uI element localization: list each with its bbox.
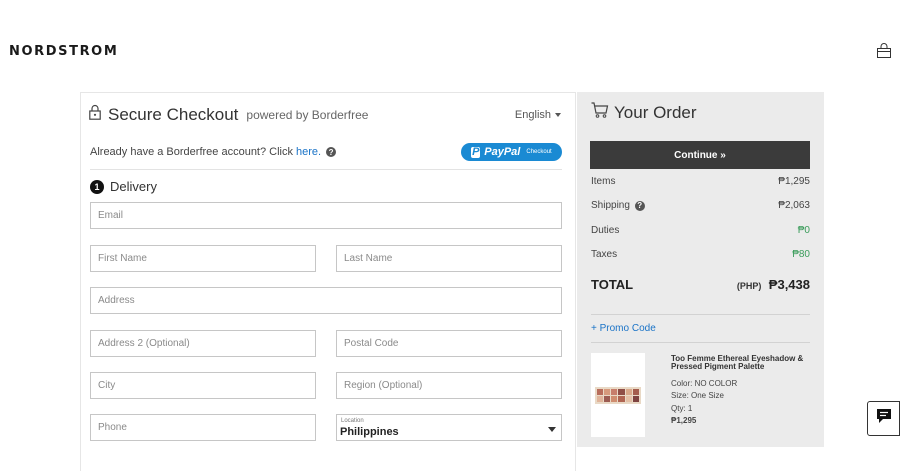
paypal-checkout-button[interactable]: P PayPal Checkout — [461, 143, 562, 161]
step-number-badge: 1 — [90, 179, 104, 194]
language-selector[interactable]: English — [515, 109, 561, 121]
lock-icon — [89, 104, 101, 125]
eyeshadow-palette-image — [595, 386, 641, 404]
summary-value: ₱80 — [792, 249, 810, 260]
location-value: Philippines — [340, 426, 399, 438]
shopping-bag-icon[interactable] — [876, 43, 892, 59]
paypal-checkout-label: Checkout — [526, 149, 552, 155]
help-icon[interactable]: ? — [326, 147, 337, 157]
chat-button[interactable] — [867, 401, 900, 436]
order-total: TOTAL (PHP) ₱3,438 — [591, 276, 810, 294]
delivery-section-title: 1 Delivery — [90, 179, 157, 194]
summary-row-duties: Duties ₱0 — [591, 225, 810, 236]
city-input[interactable] — [91, 373, 315, 398]
last-name-field[interactable] — [336, 245, 562, 272]
brand-logo[interactable]: NORDSTROM — [9, 44, 118, 59]
divider — [90, 169, 562, 170]
summary-value: ₱2,063 — [778, 200, 810, 211]
account-prompt: Already have a Borderfree account? Click… — [90, 146, 337, 158]
divider — [591, 314, 810, 315]
summary-value: ₱1,295 — [778, 176, 810, 187]
summary-label: Taxes — [591, 249, 618, 260]
total-value: ₱3,438 — [768, 277, 810, 292]
region-field[interactable] — [336, 372, 562, 399]
chevron-down-icon — [555, 113, 561, 117]
language-label: English — [514, 109, 551, 121]
product-size: Size: One Size — [671, 391, 724, 400]
cart-icon — [591, 102, 609, 123]
address2-input[interactable] — [91, 331, 315, 356]
product-image — [591, 353, 645, 437]
help-icon[interactable]: ? — [634, 200, 645, 211]
account-login-link[interactable]: here. — [296, 146, 321, 158]
total-currency: (PHP) — [736, 281, 762, 291]
summary-value: ₱0 — [797, 225, 810, 236]
email-input[interactable] — [91, 203, 561, 228]
chat-icon — [876, 408, 892, 429]
email-field[interactable] — [90, 202, 562, 229]
postal-code-field[interactable] — [336, 330, 562, 357]
page-title: Secure Checkout — [108, 104, 239, 124]
paypal-icon: P — [471, 146, 481, 158]
product-qty: Qty: 1 — [671, 404, 693, 413]
divider — [591, 342, 810, 343]
continue-button[interactable]: Continue » — [590, 141, 810, 169]
city-field[interactable] — [90, 372, 316, 399]
last-name-input[interactable] — [337, 246, 561, 271]
order-title: Your Order — [614, 102, 697, 122]
chevron-down-icon — [548, 427, 556, 432]
summary-label: Shipping — [591, 200, 630, 211]
address-input[interactable] — [91, 288, 561, 313]
location-select[interactable]: Location Philippines — [336, 414, 562, 441]
total-amount: (PHP) ₱3,438 — [737, 276, 810, 294]
paypal-label: PayPal — [484, 146, 521, 158]
checkout-panel: Secure Checkout powered by Borderfree En… — [80, 92, 576, 471]
phone-field[interactable] — [90, 414, 316, 441]
total-label: TOTAL — [591, 277, 634, 292]
address-field[interactable] — [90, 287, 562, 314]
first-name-input[interactable] — [91, 246, 315, 271]
summary-row-shipping: Shipping ? ₱2,063 — [591, 200, 810, 211]
account-prompt-text: Already have a Borderfree account? Click — [90, 146, 293, 158]
region-input[interactable] — [337, 373, 561, 398]
shipping-label-group: Shipping ? — [591, 200, 645, 211]
location-label: Location — [341, 418, 364, 424]
delivery-label: Delivery — [110, 179, 157, 194]
product-price: ₱1,295 — [671, 416, 697, 425]
secure-checkout-header: Secure Checkout powered by Borderfree — [89, 104, 368, 125]
summary-row-items: Items ₱1,295 — [591, 176, 810, 187]
order-summary-panel: Your Order Continue » Items ₱1,295 Shipp… — [577, 92, 824, 447]
address2-field[interactable] — [90, 330, 316, 357]
summary-label: Duties — [591, 225, 620, 236]
summary-row-taxes: Taxes ₱80 — [591, 249, 810, 260]
phone-input[interactable] — [91, 415, 315, 440]
product-color: Color: NO COLOR — [671, 379, 738, 388]
product-name: Too Femme Ethereal Eyeshadow & Pressed P… — [671, 354, 804, 371]
order-summary-header: Your Order — [591, 102, 697, 123]
postal-code-input[interactable] — [337, 331, 561, 356]
summary-label: Items — [591, 176, 616, 187]
promo-code-link[interactable]: + Promo Code — [591, 323, 656, 334]
powered-by-label: powered by Borderfree — [246, 107, 369, 122]
first-name-field[interactable] — [90, 245, 316, 272]
